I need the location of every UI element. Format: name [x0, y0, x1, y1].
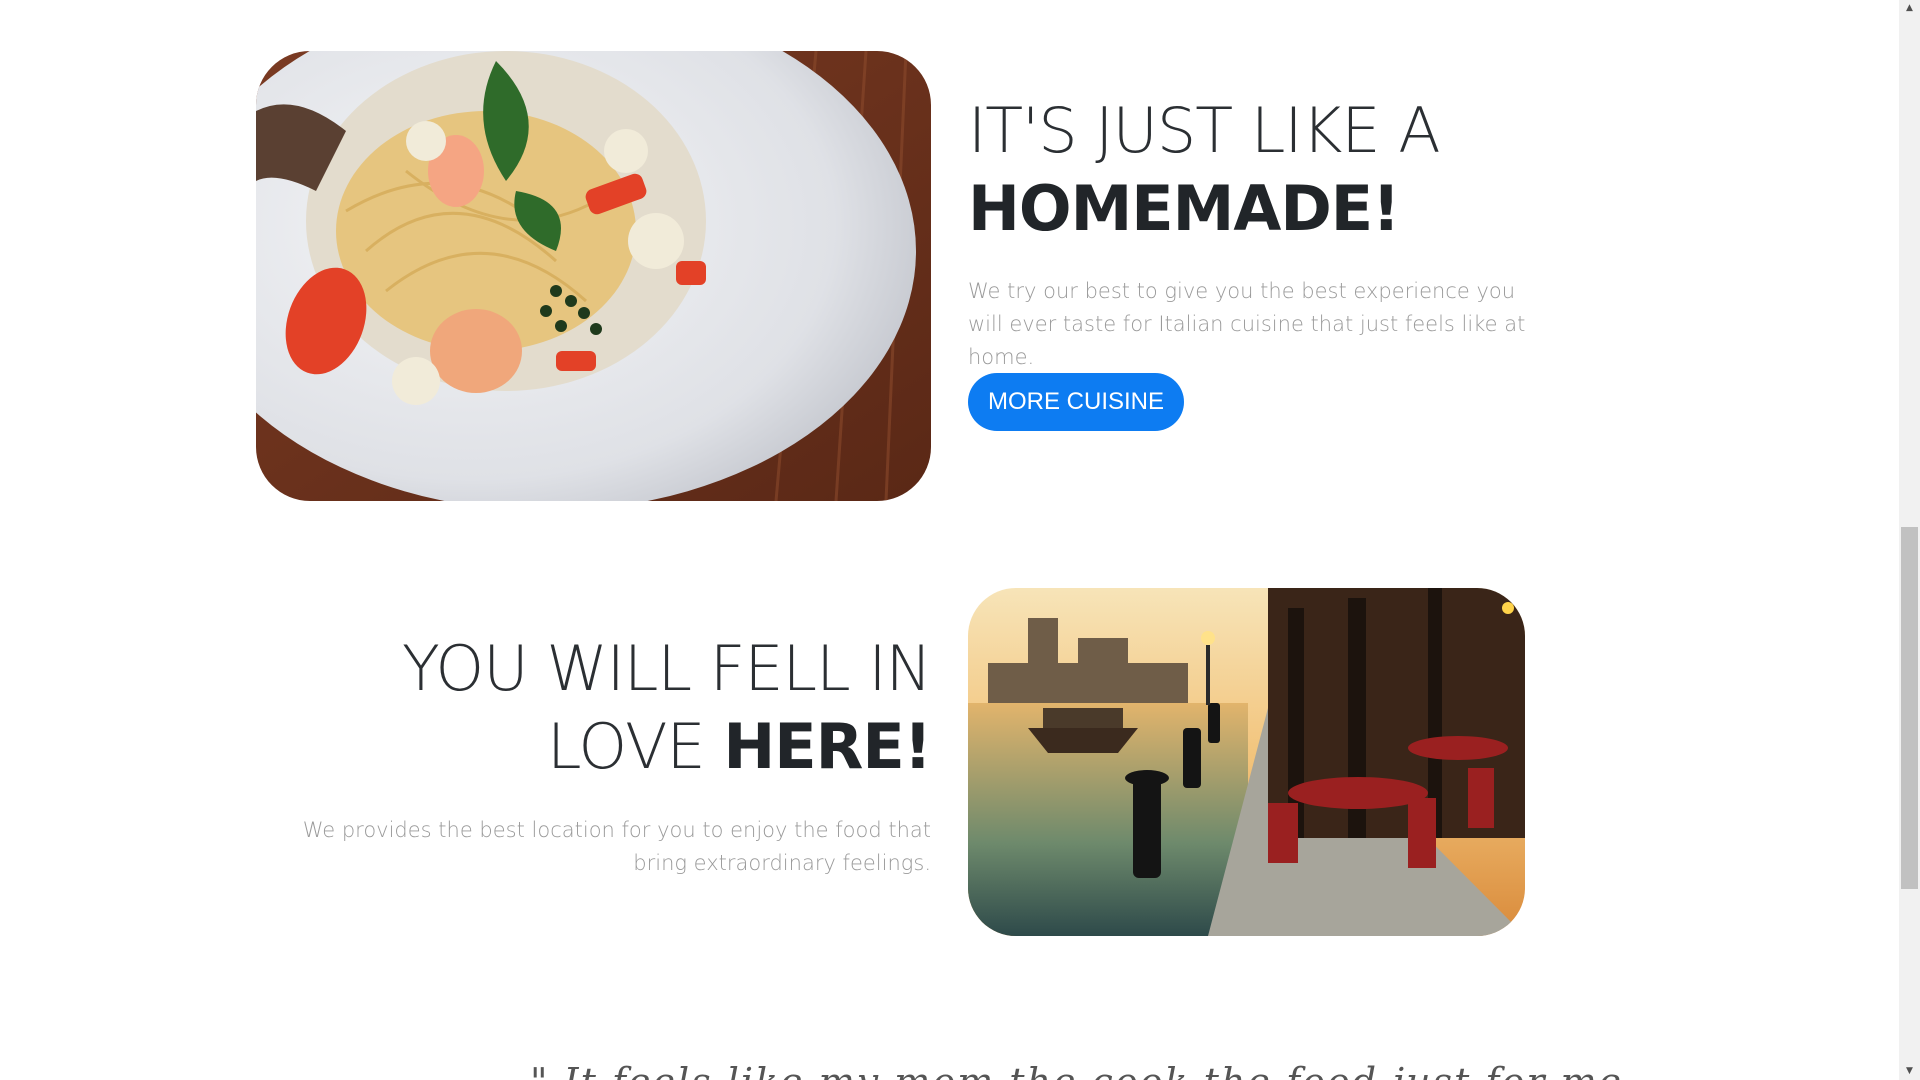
- page: IT'S JUST LIKE A HOMEMADE! We try our be…: [0, 0, 1899, 1080]
- vertical-scrollbar[interactable]: ▲ ▼: [1899, 0, 1920, 1080]
- location-heading: YOU WILL FELL IN LOVE HERE!: [256, 630, 932, 786]
- testimonial-quote: " It feels like my mom the cook the food…: [530, 1060, 1623, 1080]
- pasta-dish-image: [256, 51, 931, 501]
- location-heading-bold: HERE!: [723, 710, 932, 783]
- chevron-down-icon[interactable]: ▼: [1899, 1063, 1920, 1080]
- homemade-description: We try our best to give you the best exp…: [968, 279, 1526, 369]
- more-cuisine-button[interactable]: MORE CUISINE: [968, 373, 1185, 431]
- waterfront-terrace-illustration: [968, 588, 1525, 936]
- scrollbar-thumb[interactable]: [1901, 527, 1918, 889]
- homemade-heading-light: IT'S JUST LIKE A: [968, 94, 1441, 167]
- pasta-dish-illustration: [256, 51, 931, 501]
- chevron-up-icon[interactable]: ▲: [1899, 0, 1920, 17]
- homemade-heading: IT'S JUST LIKE A HOMEMADE!: [968, 92, 1528, 248]
- waterfront-terrace-image: [968, 588, 1525, 936]
- location-description: We provides the best location for you to…: [302, 818, 931, 875]
- homemade-heading-bold: HOMEMADE!: [968, 172, 1400, 245]
